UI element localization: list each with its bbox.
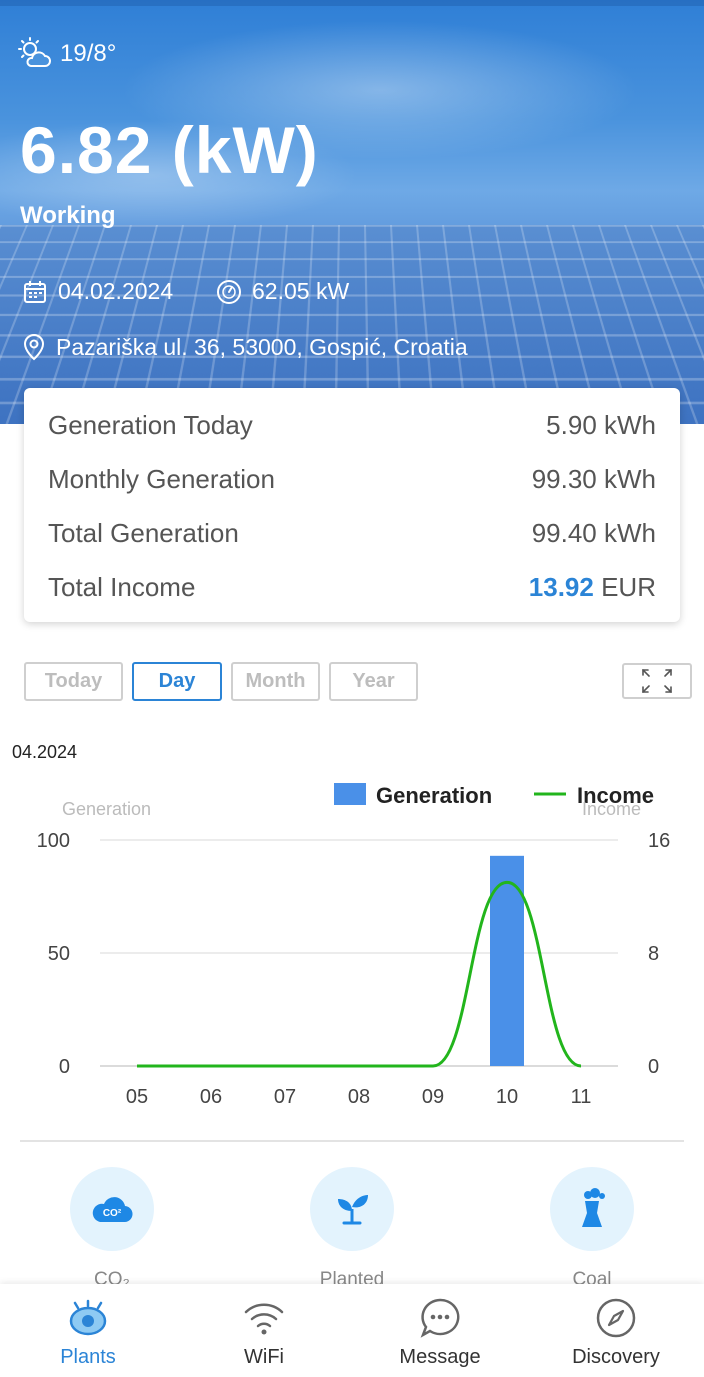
plant-address: Pazariška ul. 36, 53000, Gospić, Croatia xyxy=(56,333,468,360)
location-pin-icon xyxy=(23,333,45,361)
message-icon xyxy=(420,1298,460,1338)
wifi-icon xyxy=(244,1303,284,1335)
gauge-icon xyxy=(217,279,241,304)
x-tick-label: 06 xyxy=(200,1086,222,1108)
nav-label: WiFi xyxy=(244,1346,284,1368)
summary-row: Total Generation 99.40 kWh xyxy=(48,506,656,560)
expand-icon xyxy=(642,669,672,693)
tab-day[interactable]: Day xyxy=(132,662,222,701)
summary-value: 5.90 kWh xyxy=(546,409,656,440)
summary-value: 99.40 kWh xyxy=(531,517,656,548)
current-power: 6.82 (kW) xyxy=(20,113,319,187)
nav-discovery[interactable]: Discovery xyxy=(528,1284,704,1377)
env-co2[interactable]: CO² CO₂ xyxy=(70,1167,154,1291)
x-tick-label: 09 xyxy=(422,1086,444,1108)
tab-month[interactable]: Month xyxy=(231,662,320,701)
date-row: 04.02.2024 xyxy=(22,278,173,305)
left-tick-label: 0 xyxy=(59,1056,70,1078)
bottom-navigation: Plants WiFi Message Discovery xyxy=(0,1284,704,1377)
summary-label: Monthly Generation xyxy=(48,463,275,494)
svg-text:CO²: CO² xyxy=(103,1208,122,1219)
nav-label: Plants xyxy=(60,1346,116,1368)
plants-icon xyxy=(69,1299,107,1336)
right-axis-title: Income xyxy=(582,799,641,819)
tab-year[interactable]: Year xyxy=(329,662,418,701)
x-tick-label: 10 xyxy=(496,1086,518,1108)
fullscreen-button[interactable] xyxy=(622,663,692,699)
left-tick-label: 100 xyxy=(37,830,70,852)
x-tick-label: 08 xyxy=(348,1086,370,1108)
calendar-icon xyxy=(24,280,46,303)
left-axis-title: Generation xyxy=(62,799,151,819)
x-tick-label: 05 xyxy=(126,1086,148,1108)
summary-value: 99.30 kWh xyxy=(531,463,656,494)
summary-row-income: Total Income 13.92 EUR xyxy=(48,560,656,614)
plant-date: 04.02.2024 xyxy=(58,278,174,304)
nav-label: Message xyxy=(399,1346,481,1368)
weather: 19/8° xyxy=(16,36,116,72)
generation-bar xyxy=(490,855,524,1066)
legend-generation-swatch xyxy=(334,783,366,805)
right-tick-label: 8 xyxy=(648,943,659,965)
nav-message[interactable]: Message xyxy=(352,1284,528,1377)
nav-label: Discovery xyxy=(572,1346,660,1368)
summary-label: Total Generation xyxy=(48,517,239,548)
nav-wifi[interactable]: WiFi xyxy=(176,1284,352,1377)
right-tick-label: 16 xyxy=(648,830,670,852)
right-tick-label: 0 xyxy=(648,1056,659,1078)
env-coal[interactable]: Coal xyxy=(550,1167,634,1291)
left-tick-label: 50 xyxy=(48,943,70,965)
generation-summary-card: Generation Today 5.90 kWh Monthly Genera… xyxy=(24,388,680,622)
income-unit: EUR xyxy=(601,571,656,602)
divider xyxy=(20,1140,684,1142)
compass-icon xyxy=(596,1298,636,1338)
plant-status: Working xyxy=(20,202,116,229)
summary-label: Generation Today xyxy=(48,409,253,440)
summary-label: Total Income xyxy=(48,571,196,602)
sprout-icon xyxy=(338,1195,368,1225)
legend-generation-label: Generation xyxy=(376,783,492,808)
summary-row: Generation Today 5.90 kWh xyxy=(48,398,656,452)
address-row: Pazariška ul. 36, 53000, Gospić, Croatia xyxy=(22,333,468,361)
nav-plants[interactable]: Plants xyxy=(0,1284,176,1377)
x-tick-label: 11 xyxy=(571,1086,592,1108)
capacity-row: 62.05 kW xyxy=(216,278,349,305)
co2-cloud-icon: CO² xyxy=(92,1197,133,1223)
income-amount: 13.92 xyxy=(528,571,594,602)
hero-banner: 19/8° 6.82 (kW) Working 04.02.2024 62.05… xyxy=(0,0,704,424)
period-tabs: Today Day Month Year xyxy=(24,662,427,701)
summary-value: 13.92 EUR xyxy=(529,572,656,603)
weather-temp: 19/8° xyxy=(60,40,117,67)
coal-plant-icon xyxy=(582,1188,605,1227)
env-planted[interactable]: Planted xyxy=(310,1167,394,1291)
partly-cloudy-icon xyxy=(18,37,51,67)
period-label: 04.2024 xyxy=(12,742,78,762)
x-tick-label: 07 xyxy=(274,1086,296,1108)
installed-capacity: 62.05 kW xyxy=(252,278,350,304)
generation-income-chart: Generation Income Generation Income 1005… xyxy=(37,783,670,1108)
tab-today[interactable]: Today xyxy=(24,662,123,701)
summary-row: Monthly Generation 99.30 kWh xyxy=(48,452,656,506)
